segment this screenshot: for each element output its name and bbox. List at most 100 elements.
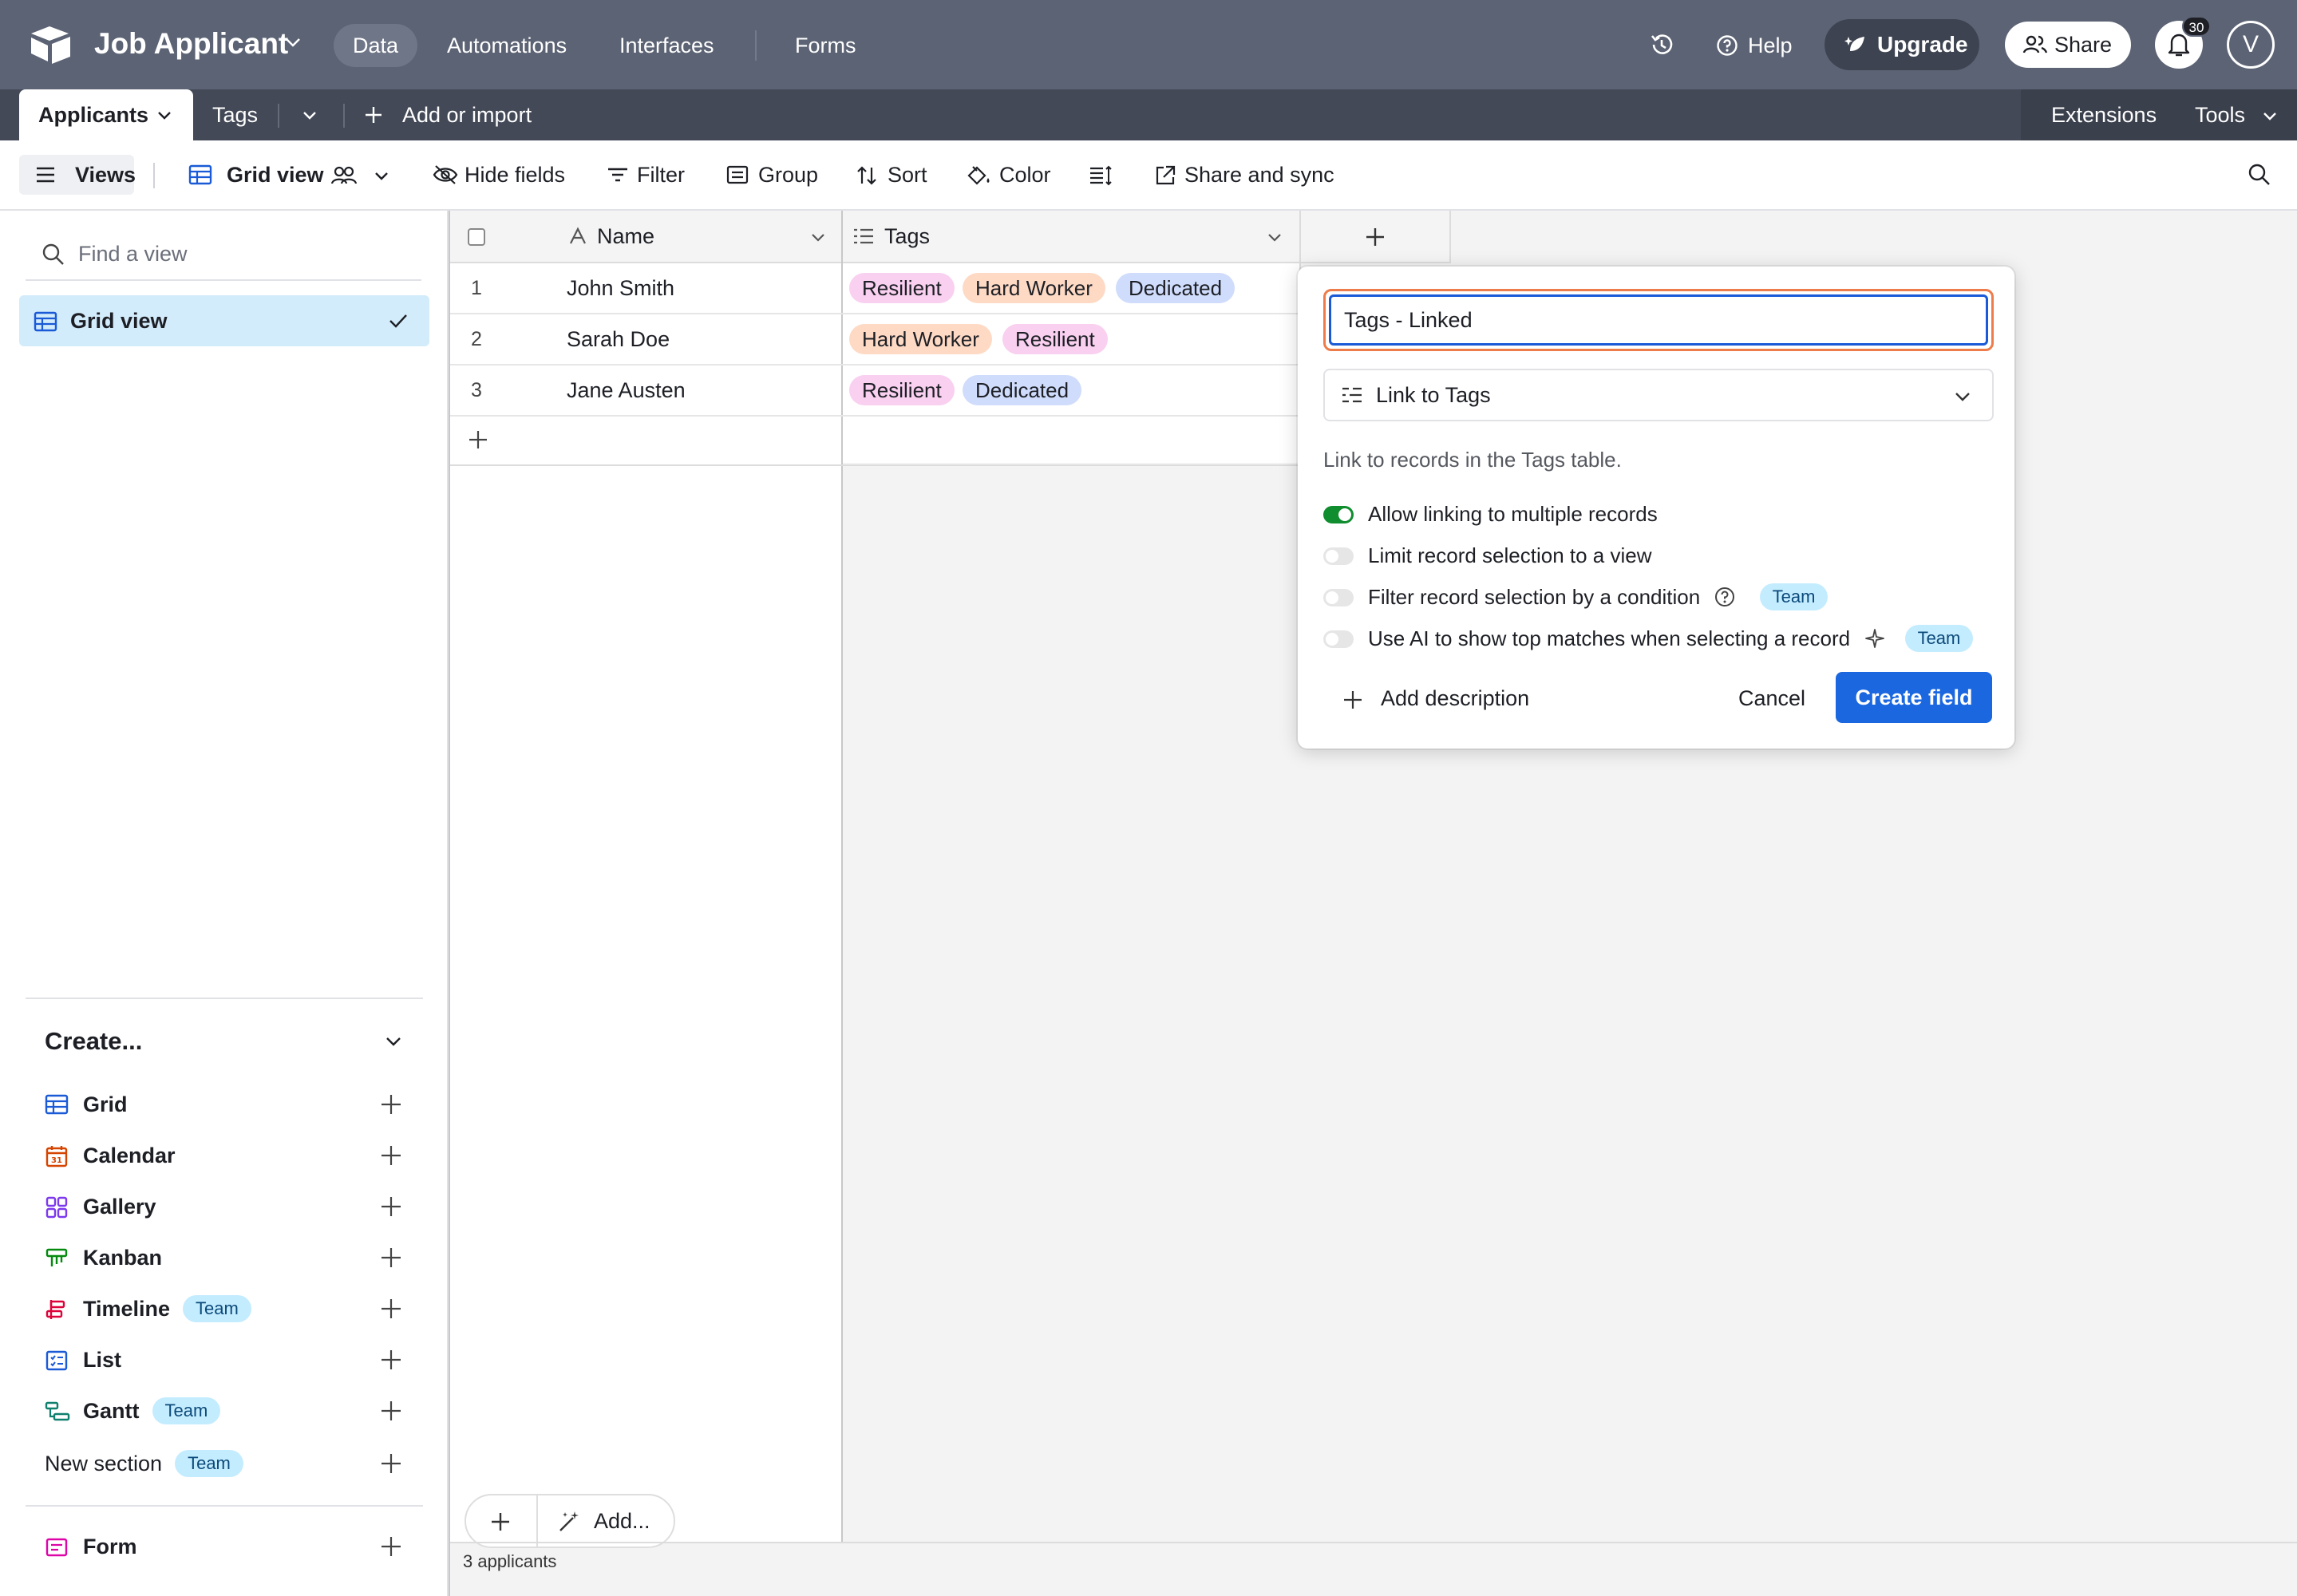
linked-record-icon	[1342, 387, 1362, 403]
create-gallery-view[interactable]: Gallery	[45, 1186, 420, 1227]
tools-button[interactable]: Tools	[2195, 89, 2276, 140]
add-description-button[interactable]: Add description	[1342, 680, 1529, 717]
tag-pill: Resilient	[849, 273, 955, 303]
nav-automations[interactable]: Automations	[428, 24, 586, 67]
create-field-button[interactable]: Create field	[1836, 672, 1992, 723]
chevron-down-icon[interactable]	[283, 32, 303, 53]
create-new-section[interactable]: New section Team	[45, 1443, 420, 1484]
tab-applicants[interactable]: Applicants	[19, 89, 193, 140]
upgrade-button[interactable]: Upgrade	[1825, 19, 1979, 70]
option-allow-multiple[interactable]: Allow linking to multiple records	[1323, 500, 1658, 528]
option-label: Limit record selection to a view	[1368, 543, 1652, 567]
team-badge: Team	[183, 1294, 251, 1322]
cancel-button[interactable]: Cancel	[1738, 680, 1805, 717]
field-type-description: Link to records in the Tags table.	[1323, 448, 1622, 472]
color-button[interactable]: Color	[966, 155, 1051, 195]
create-gantt-view[interactable]: Gantt Team	[45, 1390, 420, 1432]
plus-icon[interactable]	[380, 1349, 402, 1371]
team-badge: Team	[1904, 625, 1974, 653]
create-list-view[interactable]: List	[45, 1339, 420, 1381]
search-icon[interactable]	[2248, 163, 2271, 187]
help-circle-icon[interactable]	[1714, 586, 1736, 608]
current-view-name: Grid view	[227, 163, 324, 187]
toggle-switch[interactable]	[1323, 547, 1354, 565]
share-and-sync-button[interactable]: Share and sync	[1154, 155, 1334, 195]
grid-divider	[841, 211, 843, 1543]
select-all-checkbox[interactable]	[468, 228, 485, 246]
create-timeline-view[interactable]: Timeline Team	[45, 1288, 420, 1329]
chevron-down-icon[interactable]	[372, 166, 391, 185]
field-type-select[interactable]: Link to Tags	[1323, 369, 1994, 421]
notification-count-badge: 30	[2182, 16, 2211, 37]
all-tables-chevron-icon[interactable]	[300, 105, 319, 124]
plus-icon[interactable]	[380, 1452, 402, 1475]
plus-icon[interactable]	[380, 1535, 402, 1558]
user-avatar[interactable]: V	[2227, 21, 2275, 69]
sidebar-view-grid[interactable]: Grid view	[19, 295, 429, 346]
plus-icon[interactable]	[380, 1093, 402, 1116]
add-record-plus-icon[interactable]	[468, 429, 488, 450]
grid-footer-divider	[450, 1542, 2297, 1543]
tab-tags[interactable]: Tags	[212, 89, 258, 140]
toggle-switch[interactable]	[1323, 506, 1354, 523]
plus-icon	[1344, 691, 1362, 709]
base-name[interactable]: Job Applicant	[94, 24, 288, 64]
column-header-name[interactable]: Name	[450, 211, 841, 263]
add-field-button[interactable]	[1301, 211, 1449, 263]
chevron-down-icon[interactable]	[383, 1031, 404, 1052]
plus-icon[interactable]	[380, 1298, 402, 1320]
chevron-down-icon[interactable]	[155, 105, 174, 124]
airtable-logo-icon[interactable]	[29, 24, 73, 64]
upgrade-label: Upgrade	[1877, 32, 1968, 57]
row-height-icon[interactable]	[1089, 164, 1113, 187]
views-toggle-button[interactable]: Views	[19, 155, 136, 195]
plus-icon[interactable]	[380, 1195, 402, 1218]
add-label[interactable]: Add...	[594, 1495, 650, 1547]
column-header-label: Name	[597, 224, 655, 248]
nav-interfaces[interactable]: Interfaces	[600, 24, 733, 67]
collaborative-users-icon[interactable]	[330, 164, 358, 187]
sidebar-divider	[26, 1505, 423, 1507]
create-grid-view[interactable]: Grid	[45, 1084, 420, 1125]
create-item-label: Grid	[83, 1092, 128, 1116]
sort-button[interactable]: Sort	[856, 155, 927, 195]
timeline-icon	[45, 1300, 65, 1319]
create-form-view[interactable]: Form	[45, 1526, 420, 1567]
nav-data[interactable]: Data	[334, 24, 418, 67]
option-filter-by-condition[interactable]: Filter record selection by a condition T…	[1323, 583, 1829, 612]
plus-icon[interactable]	[490, 1511, 511, 1532]
share-button[interactable]: Share	[2005, 22, 2131, 68]
help-button[interactable]: Help	[1716, 24, 1793, 67]
hide-fields-button[interactable]: Hide fields	[433, 155, 565, 195]
checkmark-icon	[389, 314, 407, 328]
toggle-switch[interactable]	[1323, 589, 1354, 606]
search-icon	[42, 243, 64, 265]
tag-pill: Resilient	[849, 375, 955, 405]
history-icon[interactable]	[1647, 30, 1676, 59]
cell-name[interactable]: John Smith	[567, 263, 674, 313]
option-limit-to-view[interactable]: Limit record selection to a view	[1323, 541, 1651, 570]
plus-icon[interactable]	[380, 1400, 402, 1422]
view-switcher[interactable]: Grid view	[188, 155, 324, 195]
tag-pill: Resilient	[1002, 324, 1108, 354]
cell-name[interactable]: Sarah Doe	[567, 314, 670, 364]
cell-name[interactable]: Jane Austen	[567, 365, 686, 415]
toggle-switch[interactable]	[1323, 630, 1354, 648]
add-or-import-button[interactable]: Add or import	[364, 89, 532, 140]
group-button[interactable]: Group	[726, 155, 818, 195]
filter-button[interactable]: Filter	[607, 155, 685, 195]
extensions-button[interactable]: Extensions	[2051, 89, 2157, 140]
column-header-tags[interactable]: Tags	[843, 211, 1299, 263]
plus-icon[interactable]	[380, 1144, 402, 1167]
create-section-title[interactable]: Create...	[45, 1021, 142, 1061]
chevron-down-icon[interactable]	[809, 228, 827, 246]
plus-icon[interactable]	[380, 1246, 402, 1269]
chevron-down-icon[interactable]	[1266, 228, 1283, 246]
option-ai-top-matches[interactable]: Use AI to show top matches when selectin…	[1323, 624, 1974, 654]
nav-forms[interactable]: Forms	[776, 24, 876, 67]
find-view-input[interactable]	[78, 239, 397, 268]
create-calendar-view[interactable]: 31 Calendar	[45, 1135, 420, 1176]
share-label: Share	[2054, 33, 2113, 57]
field-name-input[interactable]	[1329, 294, 1988, 346]
create-kanban-view[interactable]: Kanban	[45, 1237, 420, 1278]
